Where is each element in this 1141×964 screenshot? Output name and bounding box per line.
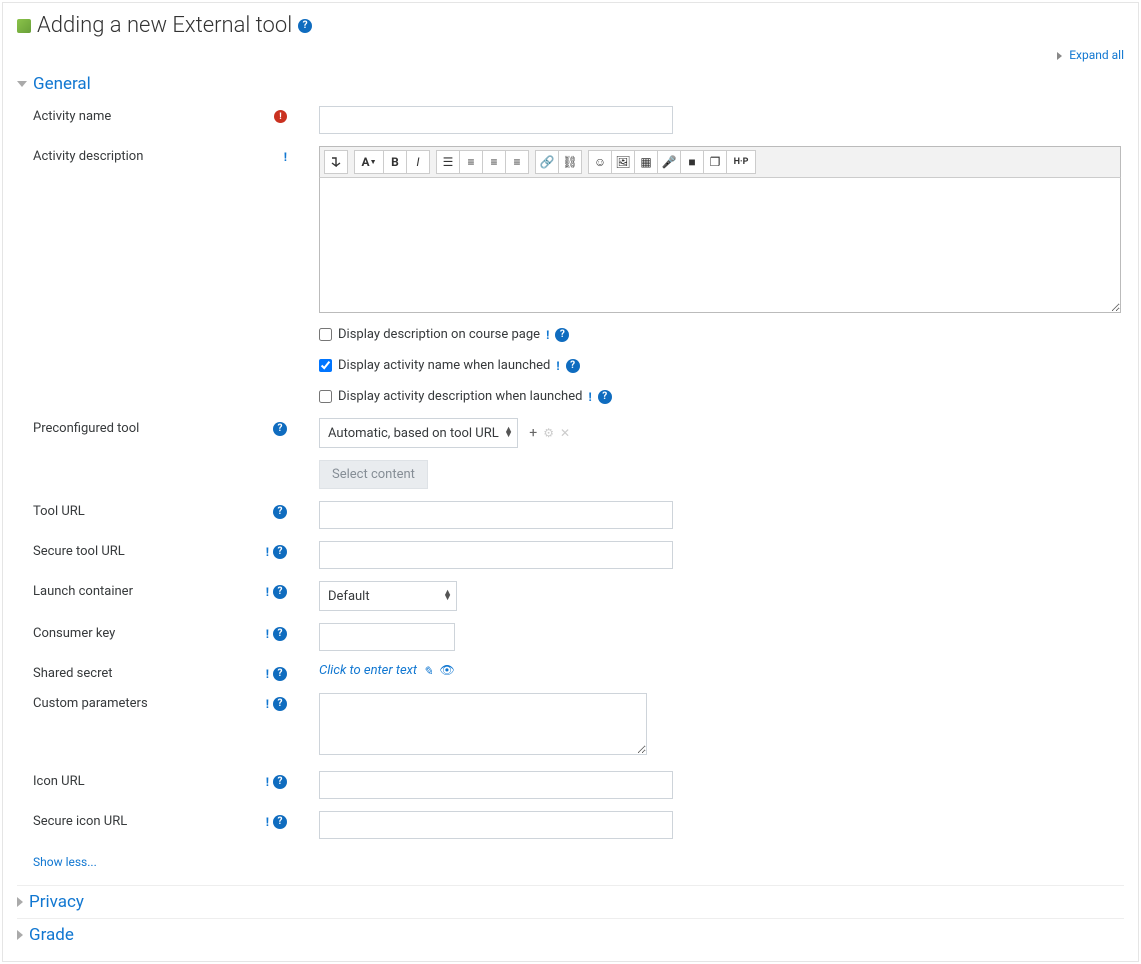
help-icon[interactable]: ? bbox=[566, 359, 580, 373]
custom-parameters-textarea[interactable] bbox=[319, 693, 647, 755]
shared-secret-input[interactable]: Click to enter text ✎ bbox=[319, 663, 433, 678]
toolbar-toggle-icon[interactable] bbox=[324, 150, 348, 174]
edit-tool-icon: ⚙ bbox=[543, 426, 554, 440]
help-icon[interactable]: ? bbox=[598, 390, 612, 404]
expand-all-link[interactable]: Expand all bbox=[1069, 48, 1124, 62]
label-shared-secret: Shared secret bbox=[33, 666, 113, 681]
section-privacy-header[interactable]: Privacy bbox=[17, 885, 1124, 918]
toolbar-bold-icon[interactable]: B bbox=[383, 150, 407, 174]
advanced-marker-icon[interactable]: ! bbox=[546, 328, 549, 342]
help-icon[interactable]: ? bbox=[273, 697, 287, 711]
toolbar-unlink-icon[interactable]: ⛓ bbox=[558, 150, 582, 174]
caret-right-icon bbox=[17, 930, 23, 940]
label-secure-icon-url: Secure icon URL bbox=[33, 814, 127, 829]
display-name-launched-label[interactable]: Display activity name when launched bbox=[338, 358, 550, 373]
section-general-label: General bbox=[33, 74, 91, 94]
help-icon[interactable]: ? bbox=[273, 775, 287, 789]
label-launch-container: Launch container bbox=[33, 584, 133, 599]
tool-url-input[interactable] bbox=[319, 501, 673, 529]
toolbar-video-icon[interactable]: ■ bbox=[680, 150, 704, 174]
display-description-checkbox[interactable] bbox=[319, 328, 332, 341]
eye-icon[interactable]: 👁 bbox=[440, 663, 455, 677]
preconfigured-tool-value: Automatic, based on tool URL bbox=[328, 426, 499, 441]
advanced-marker-icon[interactable]: ! bbox=[266, 667, 269, 681]
help-icon[interactable]: ? bbox=[273, 627, 287, 641]
toolbar-outdent-icon[interactable]: ≡ bbox=[482, 150, 506, 174]
secure-tool-url-input[interactable] bbox=[319, 541, 673, 569]
toolbar-media-icon[interactable]: ▦ bbox=[634, 150, 658, 174]
advanced-marker-icon[interactable]: ! bbox=[266, 545, 269, 559]
label-preconfigured-tool: Preconfigured tool bbox=[33, 421, 139, 436]
chevron-right-icon bbox=[1057, 52, 1062, 60]
advanced-marker-icon[interactable]: ! bbox=[588, 390, 591, 404]
display-desc-launched-checkbox[interactable] bbox=[319, 390, 332, 403]
secure-icon-url-input[interactable] bbox=[319, 811, 673, 839]
help-icon[interactable]: ? bbox=[298, 19, 312, 33]
section-grade-header[interactable]: Grade bbox=[17, 918, 1124, 951]
label-activity-name: Activity name bbox=[33, 109, 111, 124]
launch-container-select[interactable]: Default ▲▼ bbox=[319, 581, 457, 611]
display-name-launched-checkbox[interactable] bbox=[319, 359, 332, 372]
page-title-text: Adding a new External tool bbox=[37, 13, 292, 38]
editor-toolbar: A▼ B I ☰ ≡ ≡ ≡ 🔗 ⛓ bbox=[319, 146, 1121, 178]
toolbar-paragraph-icon[interactable]: A▼ bbox=[354, 150, 384, 174]
editor-textarea[interactable] bbox=[319, 178, 1121, 313]
activity-name-input[interactable] bbox=[319, 106, 673, 134]
help-icon[interactable]: ? bbox=[273, 422, 287, 436]
help-icon[interactable]: ? bbox=[273, 505, 287, 519]
toolbar-mic-icon[interactable]: 🎤 bbox=[657, 150, 681, 174]
label-icon-url: Icon URL bbox=[33, 774, 85, 789]
shared-secret-placeholder: Click to enter text bbox=[319, 663, 417, 678]
section-general-header[interactable]: General bbox=[17, 68, 1124, 100]
toolbar-ol-icon[interactable]: ≡ bbox=[459, 150, 483, 174]
label-consumer-key: Consumer key bbox=[33, 626, 115, 641]
puzzle-icon bbox=[17, 19, 31, 33]
icon-url-input[interactable] bbox=[319, 771, 673, 799]
section-general-body: Activity name ! Activity description ! bbox=[17, 100, 1124, 885]
select-caret-icon: ▲▼ bbox=[504, 428, 511, 438]
advanced-marker-icon[interactable]: ! bbox=[266, 697, 269, 711]
toolbar-link-icon[interactable]: 🔗 bbox=[535, 150, 559, 174]
display-desc-launched-label[interactable]: Display activity description when launch… bbox=[338, 389, 582, 404]
help-icon[interactable]: ? bbox=[555, 328, 569, 342]
consumer-key-input[interactable] bbox=[319, 623, 455, 651]
label-secure-tool-url: Secure tool URL bbox=[33, 544, 125, 559]
caret-right-icon bbox=[17, 897, 23, 907]
display-description-label[interactable]: Display description on course page bbox=[338, 327, 540, 342]
help-icon[interactable]: ? bbox=[273, 815, 287, 829]
caret-down-icon bbox=[17, 81, 27, 87]
pencil-icon[interactable]: ✎ bbox=[423, 664, 433, 678]
toolbar-image-icon[interactable]: 🖼 bbox=[611, 150, 635, 174]
section-grade-label: Grade bbox=[29, 925, 74, 945]
toolbar-files-icon[interactable]: ❐ bbox=[703, 150, 727, 174]
select-caret-icon: ▲▼ bbox=[443, 591, 450, 601]
advanced-marker-icon[interactable]: ! bbox=[556, 359, 559, 373]
help-icon[interactable]: ? bbox=[273, 667, 287, 681]
label-activity-description: Activity description bbox=[33, 149, 143, 164]
add-tool-icon[interactable]: + bbox=[529, 425, 537, 441]
toolbar-ul-icon[interactable]: ☰ bbox=[436, 150, 460, 174]
section-privacy-label: Privacy bbox=[29, 892, 84, 912]
toolbar-indent-icon[interactable]: ≡ bbox=[505, 150, 529, 174]
advanced-marker-icon[interactable]: ! bbox=[266, 815, 269, 829]
page-title: Adding a new External tool ? bbox=[17, 13, 1124, 38]
required-icon: ! bbox=[274, 110, 287, 123]
advanced-marker-icon[interactable]: ! bbox=[266, 775, 269, 789]
launch-container-value: Default bbox=[328, 589, 370, 604]
delete-tool-icon: ✕ bbox=[560, 426, 570, 440]
toolbar-emoji-icon[interactable]: ☺ bbox=[588, 150, 612, 174]
rich-text-editor: A▼ B I ☰ ≡ ≡ ≡ 🔗 ⛓ bbox=[319, 146, 1121, 313]
advanced-marker-icon[interactable]: ! bbox=[284, 150, 287, 164]
select-content-button: Select content bbox=[319, 460, 428, 489]
help-icon[interactable]: ? bbox=[273, 545, 287, 559]
show-less-link[interactable]: Show less... bbox=[17, 845, 1124, 879]
help-icon[interactable]: ? bbox=[273, 585, 287, 599]
preconfigured-tool-select[interactable]: Automatic, based on tool URL ▲▼ bbox=[319, 418, 518, 448]
advanced-marker-icon[interactable]: ! bbox=[266, 585, 269, 599]
toolbar-italic-icon[interactable]: I bbox=[406, 150, 430, 174]
label-custom-parameters: Custom parameters bbox=[33, 696, 148, 711]
toolbar-h5p-icon[interactable]: H·P bbox=[726, 150, 756, 174]
label-tool-url: Tool URL bbox=[33, 504, 85, 519]
advanced-marker-icon[interactable]: ! bbox=[266, 627, 269, 641]
